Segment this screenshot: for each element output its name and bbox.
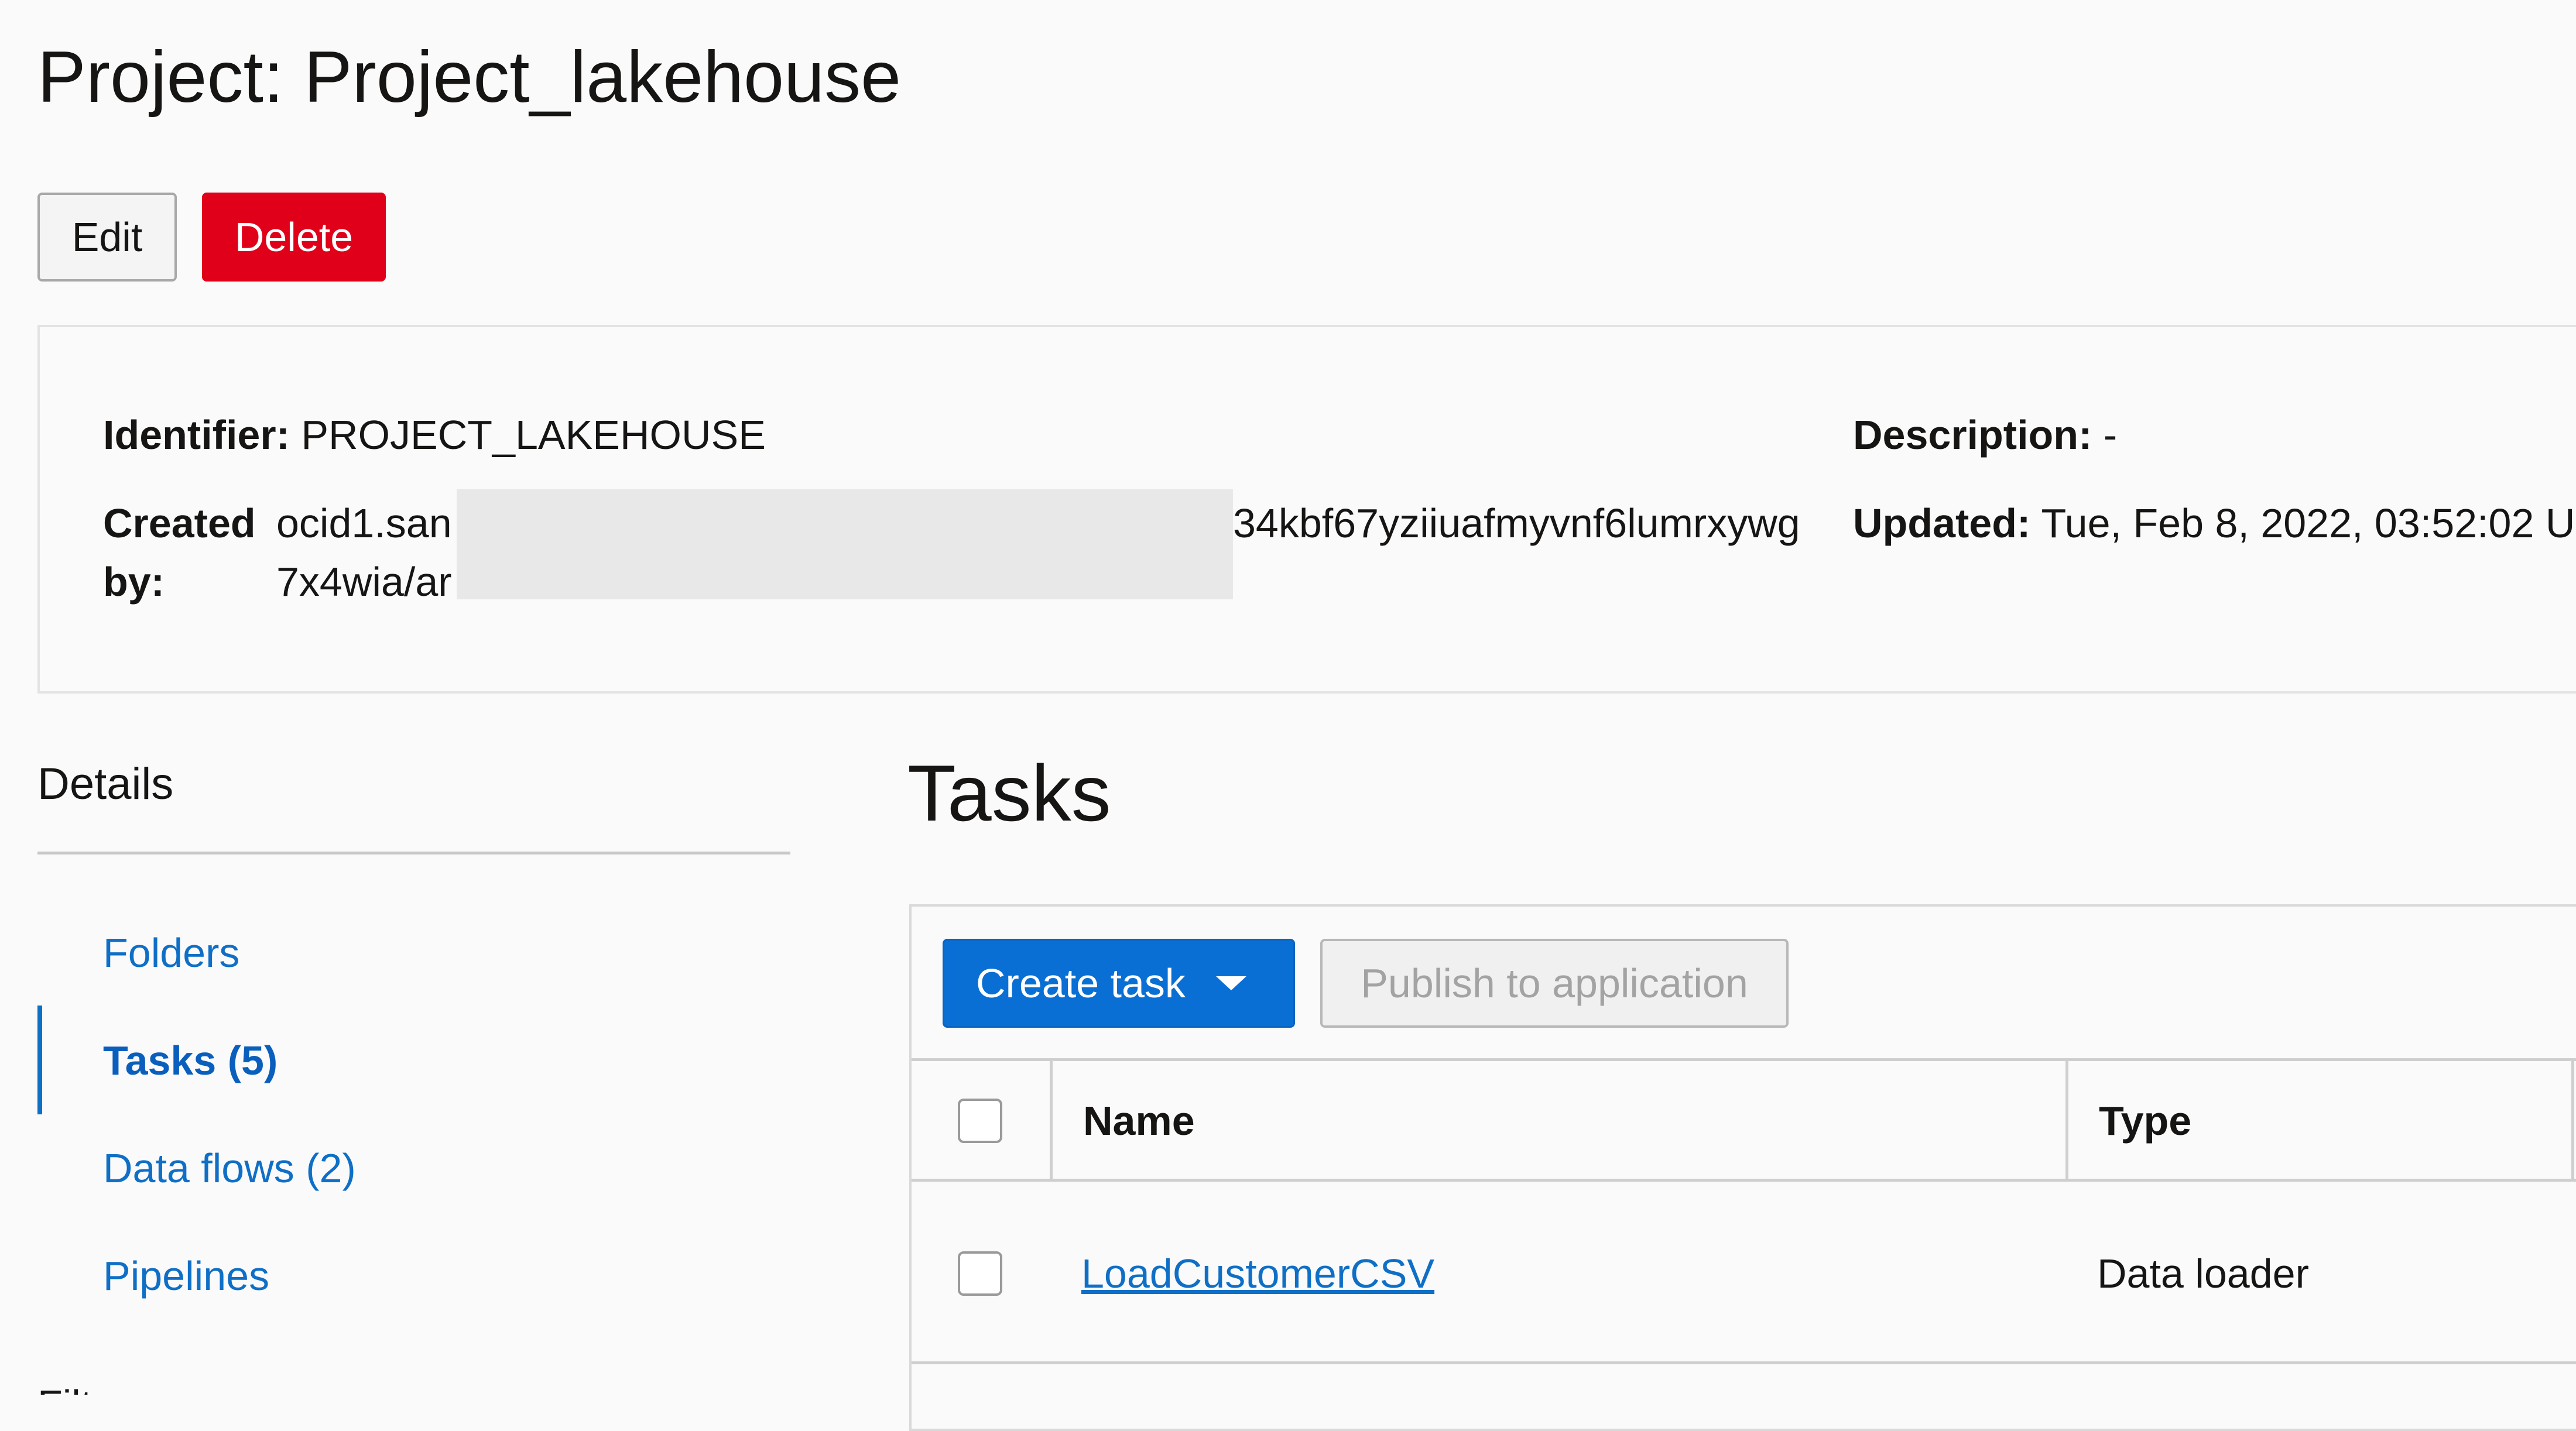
created-by-value-end: 34kbf67yziiuafmyvnf6lumrxywg: [1233, 500, 1800, 546]
sidebar-heading: Details: [37, 759, 174, 809]
row-select-checkbox[interactable]: [958, 1251, 1002, 1296]
sidebar-item-tasks[interactable]: Tasks (5): [103, 1031, 278, 1090]
sidebar-active-indicator: [37, 1006, 42, 1114]
identifier-field: Identifier: PROJECT_LAKEHOUSE: [103, 406, 766, 464]
table-header-top-border: [912, 1058, 2576, 1061]
edit-button[interactable]: Edit: [37, 193, 177, 282]
task-name-link[interactable]: LoadCustomerCSV: [1081, 1244, 1434, 1303]
sidebar-item-pipelines[interactable]: Pipelines: [103, 1247, 269, 1305]
caret-down-icon: [1215, 976, 1246, 990]
column-divider-name: [2065, 1059, 2068, 1182]
column-divider-type: [2571, 1059, 2574, 1182]
description-value: -: [2103, 412, 2118, 458]
sidebar-item-cutoff: Filt: [37, 1381, 90, 1395]
redaction-block: [457, 489, 1233, 599]
column-divider-checkbox: [1050, 1059, 1053, 1182]
sidebar-divider: [37, 852, 790, 855]
created-by-value-line2-start: 7x4wia/ar: [276, 559, 452, 605]
select-all-checkbox[interactable]: [958, 1099, 1002, 1143]
create-task-label: Create task: [976, 960, 1186, 1006]
delete-button[interactable]: Delete: [202, 193, 386, 282]
table-header-bottom-border: [912, 1179, 2576, 1182]
page-title: Project: Project_lakehouse: [37, 37, 902, 118]
created-by-value-start: ocid1.san: [276, 500, 452, 546]
task-type-cell: Data loader: [2097, 1251, 2309, 1296]
column-header-type[interactable]: Type: [2099, 1092, 2191, 1150]
identifier-label: Identifier:: [103, 412, 290, 458]
description-label: Description:: [1853, 412, 2092, 458]
created-by-label-line2: by:: [103, 559, 165, 605]
tasks-section-title: Tasks: [907, 749, 1111, 838]
updated-field: Updated: Tue, Feb 8, 2022, 03:52:02 U: [1853, 494, 2575, 553]
create-task-button[interactable]: Create task: [943, 939, 1295, 1028]
sidebar-item-data-flows[interactable]: Data flows (2): [103, 1139, 356, 1197]
publish-to-application-button[interactable]: Publish to application: [1320, 939, 1789, 1028]
column-header-name[interactable]: Name: [1083, 1092, 1195, 1150]
table-row-bottom-border: [912, 1361, 2576, 1364]
sidebar-item-folders[interactable]: Folders: [103, 924, 239, 982]
updated-label: Updated:: [1853, 500, 2031, 546]
identifier-value: PROJECT_LAKEHOUSE: [301, 412, 766, 458]
created-by-label-line1: Created: [103, 500, 256, 546]
updated-value: Tue, Feb 8, 2022, 03:52:02 U: [2041, 500, 2575, 546]
description-field: Description: -: [1853, 406, 2117, 464]
